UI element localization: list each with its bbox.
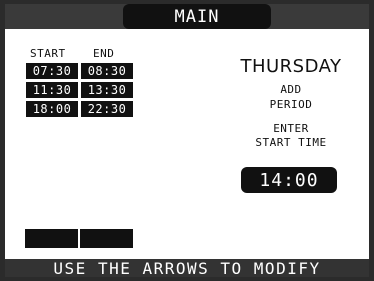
empty-period-start[interactable] — [25, 229, 78, 248]
start-time-value[interactable]: 14:00 — [241, 167, 337, 193]
page-title: MAIN — [123, 4, 271, 29]
period-3-end[interactable]: 22:30 — [81, 101, 133, 117]
instruction-footer: USE THE ARROWS TO MODIFY — [5, 259, 369, 278]
action-label-line2: PERIOD — [269, 98, 313, 111]
action-label-line1: ADD — [280, 83, 302, 96]
period-1-start[interactable]: 07:30 — [26, 63, 78, 79]
prompt-label-line2: START TIME — [255, 136, 327, 149]
start-column-header: START — [30, 47, 66, 60]
period-3-start[interactable]: 18:00 — [26, 101, 78, 117]
period-1-end[interactable]: 08:30 — [81, 63, 133, 79]
period-2-start[interactable]: 11:30 — [26, 82, 78, 98]
empty-period-end[interactable] — [80, 229, 133, 248]
day-label: THURSDAY — [240, 56, 342, 77]
end-column-header: END — [93, 47, 115, 60]
title-bar: MAIN — [5, 4, 369, 29]
device-screen: MAIN START END 07:30 08:30 11:30 13:30 1… — [5, 4, 369, 278]
period-2-end[interactable]: 13:30 — [81, 82, 133, 98]
